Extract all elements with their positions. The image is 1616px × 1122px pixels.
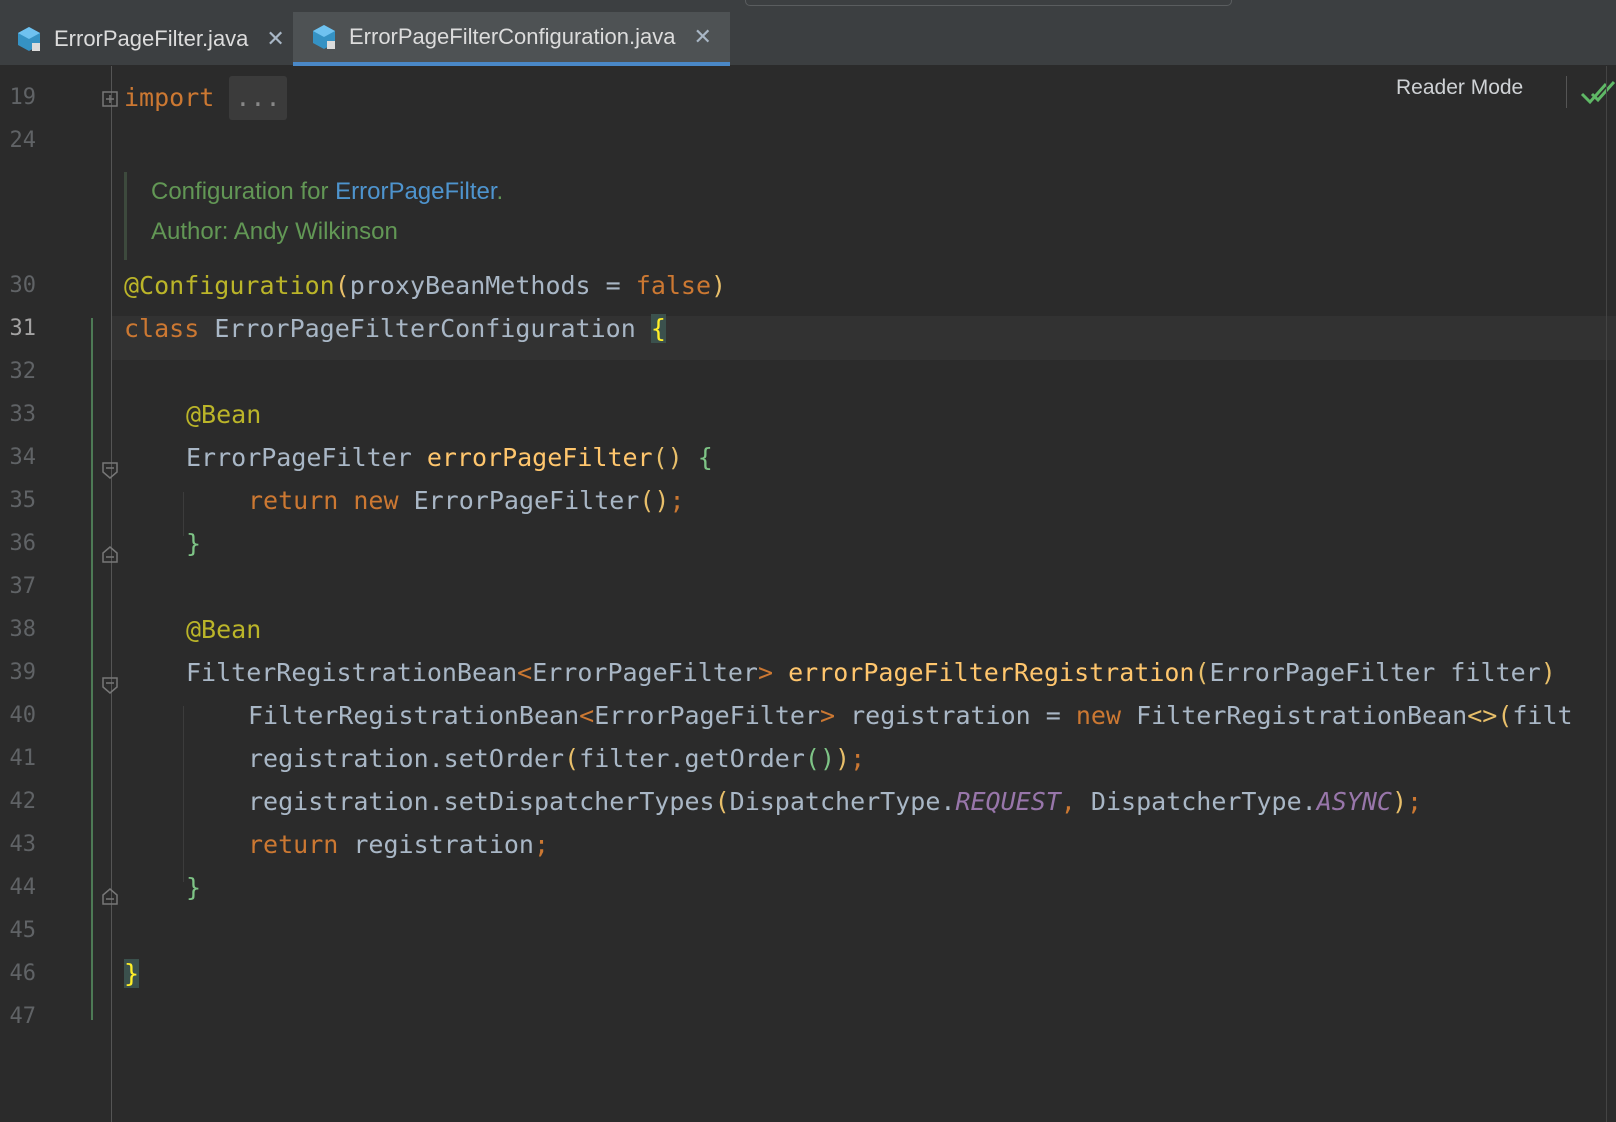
line-number: 38 bbox=[9, 617, 37, 642]
tab-errorpagefilterconfiguration[interactable]: ErrorPageFilterConfiguration.java ✕ bbox=[293, 12, 730, 66]
code-line-46[interactable]: } bbox=[124, 952, 140, 996]
line-number: 47 bbox=[9, 1004, 37, 1029]
code-line-35[interactable]: return new ErrorPageFilter(); bbox=[248, 479, 685, 523]
line-number: 32 bbox=[9, 359, 37, 384]
code-line-19[interactable]: import ... bbox=[124, 76, 287, 120]
line-number: 40 bbox=[9, 703, 37, 728]
tab-label: ErrorPageFilter.java bbox=[54, 26, 249, 51]
javadoc-description: Configuration for ErrorPageFilter. bbox=[151, 178, 504, 205]
inspection-ok-icon[interactable] bbox=[1580, 78, 1616, 108]
line-number: 19 bbox=[9, 85, 37, 110]
collapse-fold-icon[interactable] bbox=[102, 462, 118, 480]
folded-imports[interactable]: ... bbox=[229, 76, 287, 120]
line-number: 43 bbox=[9, 832, 37, 857]
line-number: 46 bbox=[9, 961, 37, 986]
close-tab-icon[interactable]: ✕ bbox=[694, 24, 712, 50]
code-line-44[interactable]: } bbox=[186, 866, 201, 910]
line-number: 34 bbox=[9, 445, 37, 470]
code-line-42[interactable]: registration.setDispatcherTypes(Dispatch… bbox=[248, 780, 1422, 824]
line-number-current: 31 bbox=[9, 316, 37, 341]
code-line-38[interactable]: @Bean bbox=[186, 608, 261, 652]
line-number: 30 bbox=[9, 273, 37, 298]
collapse-fold-end-icon[interactable] bbox=[102, 887, 118, 905]
indent-guide bbox=[183, 706, 184, 882]
line-number: 41 bbox=[9, 746, 37, 771]
java-class-file-icon bbox=[16, 25, 42, 53]
line-number: 35 bbox=[9, 488, 37, 513]
indent-guide bbox=[183, 492, 184, 536]
keyword-import: import bbox=[124, 83, 215, 112]
reader-mode-button[interactable]: Reader Mode bbox=[1396, 76, 1523, 100]
line-number: 37 bbox=[9, 574, 37, 599]
collapse-fold-icon[interactable] bbox=[102, 677, 118, 695]
javadoc-link[interactable]: ErrorPageFilter bbox=[335, 178, 496, 205]
code-line-31[interactable]: class ErrorPageFilterConfiguration { bbox=[124, 307, 666, 351]
code-line-40[interactable]: FilterRegistrationBean<ErrorPageFilter> … bbox=[248, 694, 1573, 738]
vcs-change-marker[interactable] bbox=[91, 318, 93, 1020]
rendered-javadoc: Configuration for ErrorPageFilter. Autho… bbox=[124, 172, 503, 260]
line-number: 39 bbox=[9, 660, 37, 685]
tab-errorpagefilter[interactable]: ErrorPageFilter.java ✕ bbox=[14, 12, 296, 66]
tab-label: ErrorPageFilterConfiguration.java bbox=[349, 24, 676, 49]
code-line-43[interactable]: return registration; bbox=[248, 823, 549, 867]
code-line-39[interactable]: FilterRegistrationBean<ErrorPageFilter> … bbox=[186, 651, 1556, 695]
matched-brace: { bbox=[650, 314, 666, 343]
matched-brace: } bbox=[124, 959, 140, 988]
code-line-34[interactable]: ErrorPageFilter errorPageFilter() { bbox=[186, 436, 713, 480]
editor-tab-bar: ErrorPageFilter.java ✕ ErrorPageFilterCo… bbox=[0, 0, 1616, 66]
line-number: 33 bbox=[9, 402, 37, 427]
close-tab-icon[interactable]: ✕ bbox=[266, 26, 284, 52]
expand-fold-icon[interactable] bbox=[102, 90, 118, 108]
code-line-33[interactable]: @Bean bbox=[186, 393, 261, 437]
javadoc-author: Author: Andy Wilkinson bbox=[151, 218, 398, 245]
toolbar-divider bbox=[1566, 76, 1567, 108]
line-number: 45 bbox=[9, 918, 37, 943]
line-number: 44 bbox=[9, 875, 37, 900]
code-line-41[interactable]: registration.setOrder(filter.getOrder())… bbox=[248, 737, 865, 781]
java-class-file-icon bbox=[311, 23, 337, 51]
line-number: 36 bbox=[9, 531, 37, 556]
navigation-bar-edge bbox=[745, 0, 1232, 6]
code-line-30[interactable]: @Configuration(proxyBeanMethods = false) bbox=[124, 264, 726, 308]
editor-right-edge bbox=[1606, 66, 1607, 1122]
gutter-divider bbox=[111, 66, 112, 1122]
code-line-36[interactable]: } bbox=[186, 522, 201, 566]
collapse-fold-end-icon[interactable] bbox=[102, 545, 118, 563]
line-number: 24 bbox=[9, 128, 37, 153]
line-number: 42 bbox=[9, 789, 37, 814]
